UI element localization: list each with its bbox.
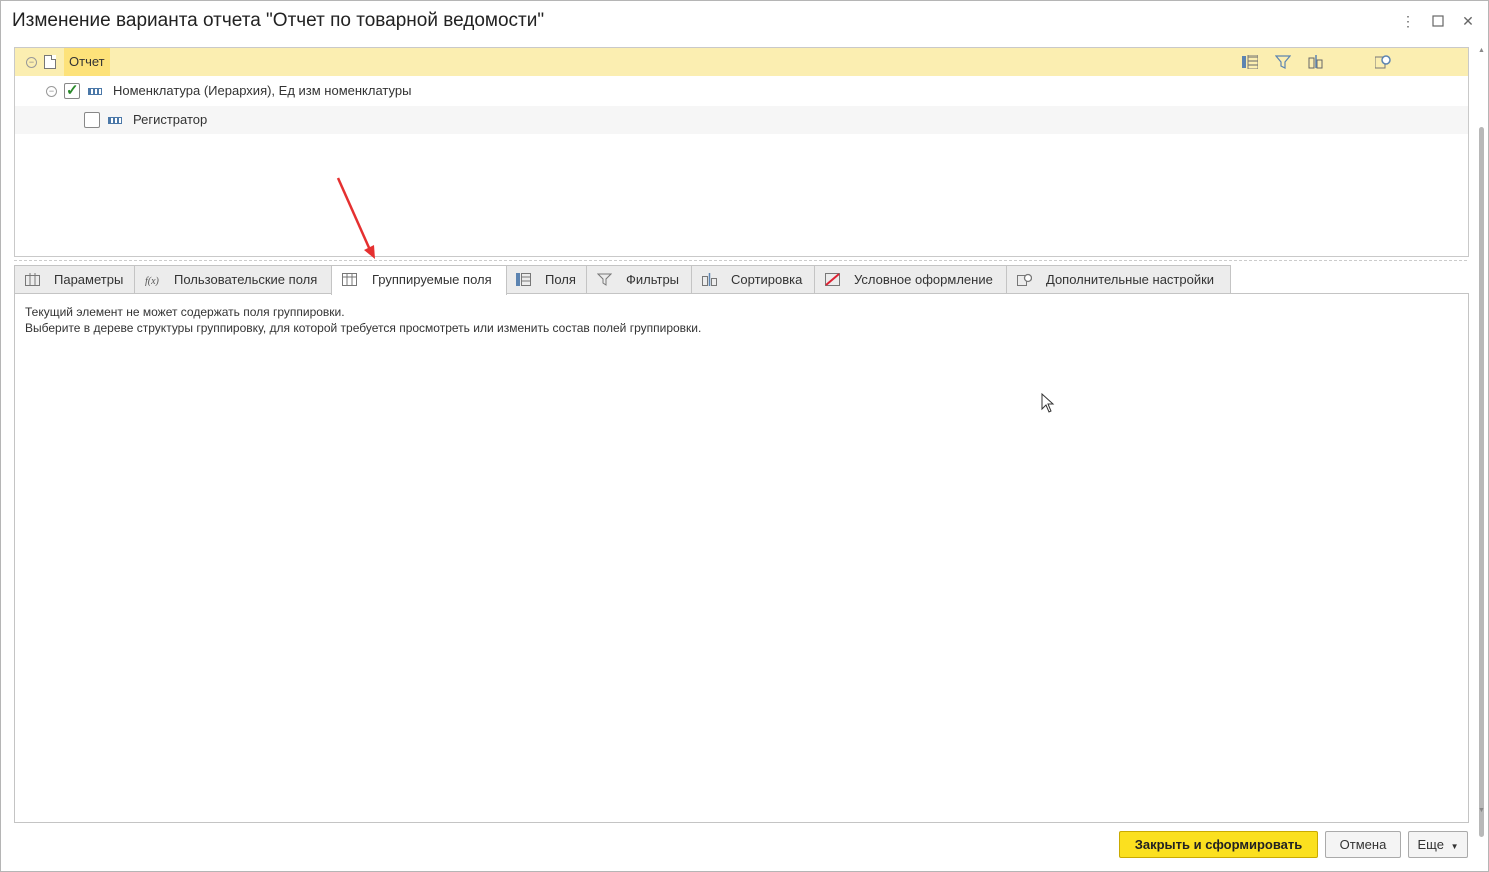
tab-advanced-settings[interactable]: Дополнительные настройки xyxy=(1006,265,1231,293)
tab-panel: Текущий элемент не может содержать поля … xyxy=(14,293,1469,823)
tab-fields[interactable]: Поля xyxy=(505,265,588,293)
sort-icon xyxy=(702,273,717,286)
conditional-format-icon xyxy=(825,273,840,286)
document-icon xyxy=(44,55,56,69)
tree-root-label: Отчет xyxy=(64,48,110,76)
scrollbar-thumb[interactable] xyxy=(1479,127,1484,837)
tab-conditional-format[interactable]: Условное оформление xyxy=(814,265,1008,293)
fields-icon xyxy=(516,273,531,286)
settings-icon[interactable] xyxy=(1375,55,1391,69)
dropdown-arrow-icon: ▼ xyxy=(1450,842,1459,851)
params-icon xyxy=(25,273,40,286)
mouse-cursor-icon xyxy=(1041,393,1055,413)
more-button[interactable]: Еще ▼ xyxy=(1408,831,1468,858)
maximize-icon[interactable] xyxy=(1428,11,1448,31)
more-vertical-icon[interactable]: ⋮ xyxy=(1398,11,1418,31)
filter-icon xyxy=(596,273,613,286)
tab-grouping-fields[interactable]: Группируемые поля xyxy=(331,265,507,295)
tree-row[interactable]: − Номенклатура (Иерархия), Ед изм номенк… xyxy=(15,77,1468,105)
collapse-icon[interactable]: − xyxy=(26,57,37,68)
grouping-icon xyxy=(108,117,122,124)
custom-fields-icon: f(x) xyxy=(145,273,160,287)
info-line-2: Выберите в дереве структуры группировку,… xyxy=(25,321,702,335)
info-line-1: Текущий элемент не может содержать поля … xyxy=(25,305,345,319)
scroll-down-icon[interactable]: ▼ xyxy=(1478,807,1485,814)
cancel-button[interactable]: Отмена xyxy=(1325,831,1401,858)
filter-icon[interactable] xyxy=(1275,55,1291,69)
structure-tree[interactable]: − Отчет − Номенклатура (Иерархия), Ед из… xyxy=(14,47,1469,257)
tree-row[interactable]: Регистратор xyxy=(15,106,1468,134)
grouping-fields-icon xyxy=(342,273,357,286)
tab-parameters[interactable]: Параметры xyxy=(14,265,136,293)
close-icon[interactable]: ✕ xyxy=(1458,11,1478,31)
dialog-window: Изменение варианта отчета "Отчет по това… xyxy=(0,0,1489,872)
tab-filters[interactable]: Фильтры xyxy=(586,265,693,293)
item-checkbox[interactable] xyxy=(64,81,80,99)
item-checkbox[interactable] xyxy=(84,112,100,128)
sort-icon[interactable] xyxy=(1308,55,1324,69)
tree-item-label: Номенклатура (Иерархия), Ед изм номенкла… xyxy=(113,83,412,98)
tree-row-report[interactable]: − Отчет xyxy=(15,48,1468,76)
more-button-label: Еще xyxy=(1417,837,1444,852)
title-bar: Изменение варианта отчета "Отчет по това… xyxy=(1,1,1488,43)
scroll-up-icon[interactable]: ▲ xyxy=(1478,47,1485,54)
close-and-generate-button[interactable]: Закрыть и сформировать xyxy=(1119,831,1318,858)
svg-text:f(x): f(x) xyxy=(145,276,160,286)
vertical-scrollbar[interactable]: ▲ ▼ xyxy=(1476,47,1486,837)
advanced-settings-icon xyxy=(1017,273,1033,286)
tab-sorting[interactable]: Сортировка xyxy=(691,265,816,293)
window-title: Изменение варианта отчета "Отчет по това… xyxy=(12,10,545,31)
info-message: Текущий элемент не может содержать поля … xyxy=(25,304,701,336)
grouping-icon xyxy=(88,88,102,95)
collapse-icon[interactable]: − xyxy=(46,86,57,97)
tab-custom-fields[interactable]: f(x) Пользовательские поля xyxy=(134,265,333,293)
splitter[interactable] xyxy=(14,260,1467,261)
tree-item-label: Регистратор xyxy=(133,112,208,127)
selected-fields-icon[interactable] xyxy=(1242,55,1258,69)
